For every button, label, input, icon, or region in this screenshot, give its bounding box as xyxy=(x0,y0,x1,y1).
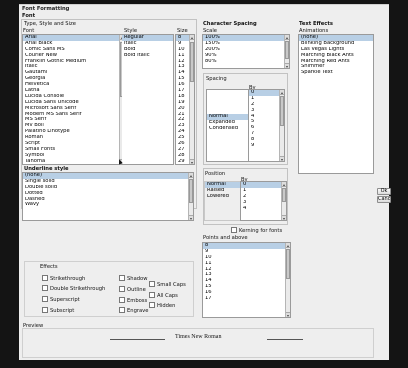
text-effects-title: Text Effects xyxy=(299,21,333,27)
position-by-scrollbar[interactable] xyxy=(281,182,286,220)
effect-label: Engrave xyxy=(127,308,149,314)
size-list[interactable]: 8 9 10 11 12 13 14 15 16 17 18 19 20 21 22 23 24 25 26 27 28… xyxy=(175,34,195,165)
style-list-item[interactable]: Bold Italic xyxy=(122,53,173,59)
effects-title: Effects xyxy=(40,264,58,270)
animation-list-item[interactable]: Sparkle Text xyxy=(299,70,373,76)
font-formatting-dialog: Font Formatting Font Type, Style and Siz… xyxy=(19,4,391,360)
spacing-by-list[interactable]: 0123456789 xyxy=(248,89,285,162)
kerning-points-item[interactable]: 17 xyxy=(203,296,290,302)
effect-checkbox[interactable] xyxy=(119,297,125,303)
ok-button[interactable]: Ok xyxy=(377,188,391,195)
effect-label: Emboss xyxy=(127,298,148,304)
points-list-scrollbar[interactable] xyxy=(285,243,290,317)
underline-list-item[interactable]: Wavy xyxy=(23,202,193,208)
effect-label: Outline xyxy=(127,287,146,293)
effect-label: Subscript xyxy=(50,308,75,314)
spacing-type-list[interactable]: Normal Expanded Condensed xyxy=(206,89,249,162)
preview-box xyxy=(22,328,374,358)
effect-checkbox[interactable] xyxy=(42,307,48,313)
font-list-item[interactable]: Tahoma xyxy=(23,159,124,164)
effect-checkbox[interactable] xyxy=(149,302,155,308)
effect-checkbox[interactable] xyxy=(149,281,155,287)
effect-label: Double Strikethrough xyxy=(50,286,106,292)
kerning-points-list[interactable]: 8 9 10 11 12 13 14 15 16 17 xyxy=(202,242,291,318)
effect-label: Hidden xyxy=(157,303,176,309)
effect-checkbox[interactable] xyxy=(42,275,48,281)
spacing-type-item[interactable]: Condensed xyxy=(207,126,248,132)
size-list-scrollbar[interactable] xyxy=(189,35,194,164)
effect-label: Shadow xyxy=(127,276,148,282)
points-label: Points and above xyxy=(203,235,248,241)
spacing-by-scrollbar[interactable] xyxy=(279,90,284,161)
preview-left-rule xyxy=(110,339,165,340)
position-label: Position xyxy=(205,171,226,177)
font-list[interactable]: Arial Arial Black Comic Sans MS Courier New… xyxy=(22,34,125,165)
position-type-item[interactable]: Lowered xyxy=(205,194,240,200)
effect-label: Superscript xyxy=(50,297,80,303)
position-by-list[interactable]: 01234 xyxy=(240,181,287,221)
effect-checkbox[interactable] xyxy=(42,296,48,302)
scale-list-item[interactable]: 80% xyxy=(203,59,289,65)
preview-sample-text: Times New Roman xyxy=(175,334,222,340)
scale-list-scrollbar[interactable] xyxy=(284,35,289,68)
effect-checkbox[interactable] xyxy=(119,307,125,313)
position-by-item[interactable]: 4 xyxy=(241,206,286,212)
char-spacing-title: Character Spacing xyxy=(203,21,257,27)
effect-checkbox[interactable] xyxy=(119,275,125,281)
animations-list[interactable]: (none) Blinking Background Las Vegas Light… xyxy=(298,34,374,174)
effect-checkbox[interactable] xyxy=(119,286,125,292)
spacing-label: Spacing xyxy=(206,76,227,82)
effect-label: Small Caps xyxy=(157,282,186,288)
preview-right-rule xyxy=(267,339,303,340)
kerning-label: Kerning for fonts xyxy=(239,228,283,234)
effect-checkbox[interactable] xyxy=(149,292,155,298)
cancel-button[interactable]: Cancel xyxy=(377,196,391,203)
kerning-checkbox[interactable] xyxy=(231,227,237,233)
style-list[interactable]: Regular Italic Bold Bold Italic xyxy=(122,34,174,165)
scale-list[interactable]: 100% 150% 200% 90% 80% xyxy=(202,34,290,69)
effect-label: Strikethrough xyxy=(50,276,86,282)
dialog-title: Font Formatting xyxy=(22,6,70,12)
font-subtitle: Type, Style and Size xyxy=(24,21,76,27)
effect-label: All Caps xyxy=(157,293,178,299)
underline-style-list[interactable]: (none) Single solid Double solid Dotted Dash… xyxy=(22,172,194,221)
effect-checkbox[interactable] xyxy=(42,285,48,291)
position-type-list[interactable]: Normal Raised Lowered xyxy=(204,181,241,221)
underline-list-scrollbar[interactable] xyxy=(188,173,193,220)
